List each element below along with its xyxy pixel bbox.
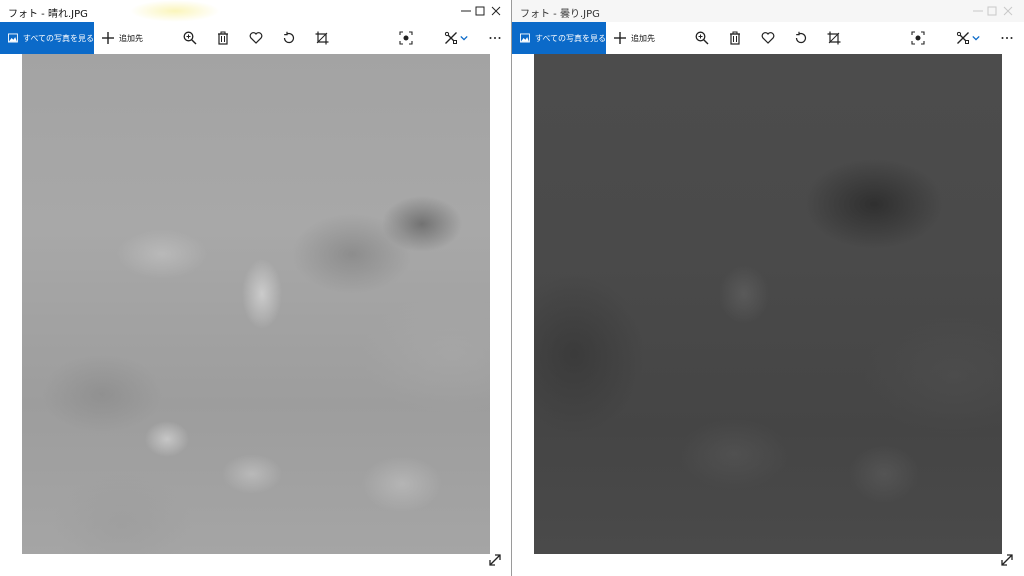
add-icon [614,32,626,44]
delete-icon [730,31,740,45]
enhance-icon [911,31,925,45]
more-icon [1001,37,1013,39]
photos-window-right: フォト - 曇り.JPG すべての写真を見る 追加先 [512,0,1024,576]
favorite-icon [249,32,263,44]
crop-icon [827,31,841,45]
add-to-button[interactable]: 追加先 [102,22,143,54]
rotate-icon [283,31,295,44]
see-all-photos-button[interactable]: すべての写真を見る [512,22,606,54]
rotate-icon [795,31,807,44]
more-button[interactable] [487,30,503,46]
title-bar[interactable]: フォト - 曇り.JPG [512,0,1024,22]
zoom-button[interactable] [694,30,710,46]
photo-image[interactable] [22,54,490,554]
toolbar: すべての写真を見る 追加先 [0,22,511,54]
enhance-button[interactable] [910,30,926,46]
photos-icon [8,33,18,43]
delete-button[interactable] [727,30,743,46]
edit-create-dropdown[interactable] [970,30,982,46]
add-to-label: 追加先 [119,33,143,43]
zoom-in-icon [183,31,197,45]
see-all-photos-label: すべての写真を見る [22,33,94,43]
fullscreen-button[interactable] [488,552,504,568]
more-button[interactable] [999,30,1015,46]
zoom-button[interactable] [182,30,198,46]
see-all-photos-button[interactable]: すべての写真を見る [0,22,94,54]
add-to-label: 追加先 [631,33,655,43]
close-icon [491,6,501,16]
zoom-in-icon [695,31,709,45]
add-icon [102,32,114,44]
enhance-button[interactable] [398,30,414,46]
fullscreen-button[interactable] [1000,552,1016,568]
window-title: フォト - 晴れ.JPG [8,9,88,20]
close-button[interactable] [993,0,1023,22]
favorite-button[interactable] [760,30,776,46]
close-icon [1003,6,1013,16]
more-icon [489,37,501,39]
crop-button[interactable] [314,30,330,46]
crop-icon [315,31,329,45]
edit-create-icon [956,31,969,44]
chevron-down-icon [460,35,468,41]
title-bar[interactable]: フォト - 晴れ.JPG [0,0,511,22]
photos-window-left: フォト - 晴れ.JPG すべての写真を見る 追加先 [0,0,512,576]
edit-create-dropdown[interactable] [458,30,470,46]
rotate-button[interactable] [281,30,297,46]
chevron-down-icon [972,35,980,41]
window-title: フォト - 曇り.JPG [520,9,600,20]
expand-icon [489,554,501,566]
edit-create-button[interactable] [955,30,971,46]
crop-button[interactable] [826,30,842,46]
edit-create-button[interactable] [443,30,459,46]
edit-create-icon [444,31,457,44]
expand-icon [1001,554,1013,566]
delete-icon [218,31,228,45]
favorite-button[interactable] [248,30,264,46]
add-to-button[interactable]: 追加先 [614,22,655,54]
see-all-photos-label: すべての写真を見る [534,33,606,43]
photos-icon [520,33,530,43]
toolbar: すべての写真を見る 追加先 [512,22,1024,54]
photo-image[interactable] [534,54,1002,554]
titlebar-glow [130,0,220,22]
favorite-icon [761,32,775,44]
delete-button[interactable] [215,30,231,46]
enhance-icon [399,31,413,45]
close-button[interactable] [481,0,511,22]
rotate-button[interactable] [793,30,809,46]
